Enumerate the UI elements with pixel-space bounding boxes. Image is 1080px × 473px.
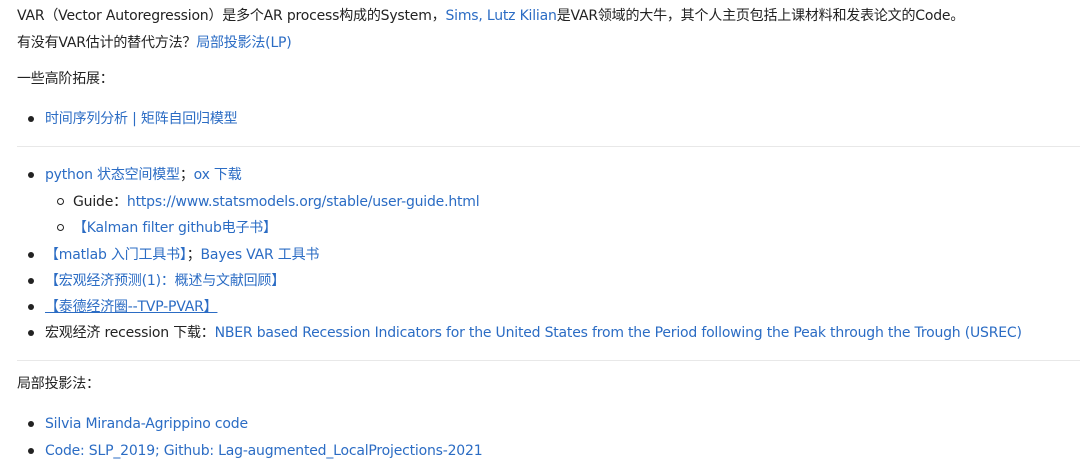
section-heading-lp: 局部投影法： [17, 376, 100, 392]
ox-download-link[interactable]: ox 下载 [194, 167, 242, 183]
divider [17, 146, 1080, 147]
time-series-link[interactable]: 时间序列分析 [45, 111, 128, 127]
bullet-icon [28, 448, 34, 454]
list-item: Silvia Miranda-Agrippino code [28, 414, 248, 434]
bullet-icon [28, 330, 34, 336]
matlab-book-link[interactable]: 【matlab 入门工具书】 [45, 247, 187, 263]
kalman-ebook-link[interactable]: 【Kalman filter github电子书】 [73, 220, 277, 236]
list-item: 时间序列分析 | 矩阵自回归模型 [28, 109, 238, 129]
bayes-var-link[interactable]: Bayes VAR 工具书 [201, 247, 320, 263]
bullet-icon [28, 304, 34, 310]
item-separator: ； [186, 247, 201, 263]
bullet-icon [28, 252, 34, 258]
link-separator: | [127, 111, 141, 127]
section-heading-extensions: 一些高阶拓展： [17, 71, 114, 87]
lp-link[interactable]: 局部投影法(LP) [196, 35, 292, 51]
slp-github-link[interactable]: Code: SLP_2019; Github: Lag-augmented_Lo… [45, 443, 483, 459]
macro-forecast-link[interactable]: 【宏观经济预测(1)：概述与文献回顾】 [45, 273, 285, 289]
list-item: Code: SLP_2019; Github: Lag-augmented_Lo… [28, 441, 483, 461]
list-item: 【Kalman filter github电子书】 [57, 218, 277, 238]
sims-kilian-link[interactable]: Sims, Lutz Kilian [445, 8, 556, 24]
statsmodels-guide-link[interactable]: https://www.statsmodels.org/stable/user-… [127, 194, 480, 210]
item-separator: ； [179, 167, 194, 183]
matrix-ar-link[interactable]: 矩阵自回归模型 [141, 111, 238, 127]
python-ssm-link[interactable]: python 状态空间模型 [45, 167, 180, 183]
list-item: python 状态空间模型；ox 下载 [28, 165, 242, 185]
sub-bullet-icon [57, 198, 64, 205]
divider [17, 360, 1080, 361]
list-item: 【matlab 入门工具书】；Bayes VAR 工具书 [28, 245, 319, 265]
bullet-icon [28, 172, 34, 178]
list-item: 【宏观经济预测(1)：概述与文献回顾】 [28, 271, 285, 291]
list-item: 【泰德经济圈--TVP-PVAR】 [28, 297, 218, 317]
bullet-icon [28, 116, 34, 122]
recession-label: 宏观经济 recession 下载： [45, 325, 215, 341]
sub-bullet-icon [57, 224, 64, 231]
intro-line-1: VAR（Vector Autoregression）是多个AR process构… [17, 6, 964, 26]
tvp-pvar-link[interactable]: 【泰德经济圈--TVP-PVAR】 [45, 299, 218, 315]
intro-text-b: 是VAR领域的大牛，其个人主页包括上课材料和发表论文的Code。 [556, 8, 965, 24]
intro-text-a: VAR（Vector Autoregression）是多个AR process构… [17, 8, 446, 24]
bullet-icon [28, 421, 34, 427]
intro-question: 有没有VAR估计的替代方法？ [17, 35, 197, 51]
guide-label: Guide： [73, 194, 127, 210]
document-page: VAR（Vector Autoregression）是多个AR process构… [0, 0, 1080, 473]
intro-line-2: 有没有VAR估计的替代方法？局部投影法(LP) [17, 33, 292, 53]
list-item: 宏观经济 recession 下载：NBER based Recession I… [28, 323, 1022, 343]
list-item: Guide：https://www.statsmodels.org/stable… [57, 192, 480, 212]
miranda-agrippino-link[interactable]: Silvia Miranda-Agrippino code [45, 416, 248, 432]
nber-usrec-link[interactable]: NBER based Recession Indicators for the … [215, 325, 1022, 341]
bullet-icon [28, 278, 34, 284]
